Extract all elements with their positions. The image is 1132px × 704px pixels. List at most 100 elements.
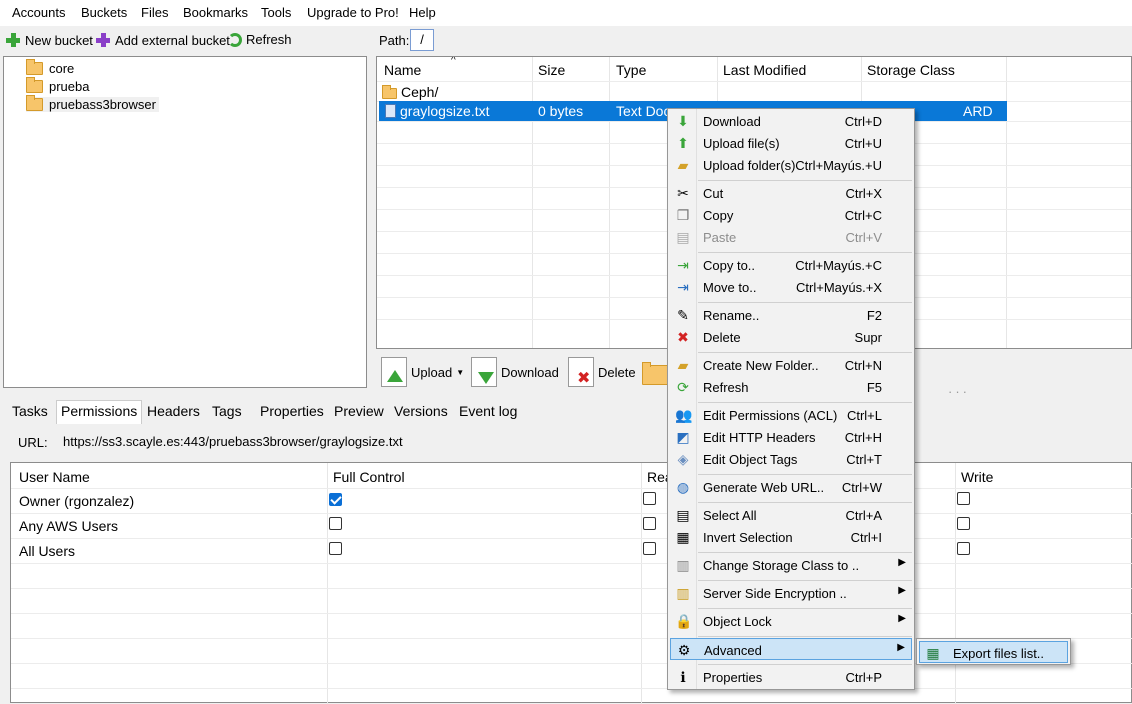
menu-item-object-lock[interactable]: 🔒 Object Lock ▶ <box>670 610 912 632</box>
aws-full-control-checkbox[interactable] <box>329 517 342 530</box>
menu-label: Change Storage Class to .. <box>703 558 860 573</box>
tab-headers[interactable]: Headers <box>147 403 200 419</box>
menu-buckets[interactable]: Buckets <box>81 5 127 20</box>
owner-write-checkbox[interactable] <box>957 492 970 505</box>
delete-button[interactable]: Delete <box>568 355 636 389</box>
url-value[interactable]: https://ss3.scayle.es:443/pruebass3brows… <box>63 434 403 449</box>
refresh-label: Refresh <box>246 32 292 47</box>
menu-item-paste[interactable]: ▤ Paste Ctrl+V <box>670 226 912 248</box>
menu-shortcut: F5 <box>866 380 882 395</box>
menu-item-server-side-encryption[interactable]: ▥ Server Side Encryption .. ▶ <box>670 582 912 604</box>
tab-tags[interactable]: Tags <box>212 403 242 419</box>
menu-files[interactable]: Files <box>141 5 168 20</box>
tree-item-core[interactable]: core <box>26 59 74 76</box>
menu-item-generate-url[interactable]: ◍ Generate Web URL.. Ctrl+W <box>670 476 912 498</box>
new-bucket-button[interactable]: New bucket <box>5 32 93 48</box>
tab-versions[interactable]: Versions <box>394 403 448 419</box>
bucket-tree: core prueba pruebass3browser <box>3 56 367 388</box>
file-name: graylogsize.txt <box>400 103 490 119</box>
permissions-table: User Name Full Control Rea Write Owner (… <box>10 462 1132 704</box>
menu-item-create-folder[interactable]: ▰ Create New Folder.. Ctrl+N <box>670 354 912 376</box>
menu-item-cut[interactable]: ✂ Cut Ctrl+X <box>670 182 912 204</box>
upload-button[interactable]: Upload ▼ <box>381 355 464 389</box>
menu-item-edit-tags[interactable]: ◈ Edit Object Tags Ctrl+T <box>670 448 912 470</box>
menu-shortcut: F2 <box>866 308 882 323</box>
tab-properties[interactable]: Properties <box>260 403 324 419</box>
aws-read-checkbox[interactable] <box>643 517 656 530</box>
menu-item-delete[interactable]: ✖ Delete Supr <box>670 326 912 348</box>
path-input[interactable]: / <box>410 29 434 51</box>
menu-label: Properties <box>703 670 763 685</box>
text-file-icon <box>385 104 396 121</box>
menu-help[interactable]: Help <box>409 5 436 20</box>
refresh-button[interactable]: Refresh <box>228 32 292 47</box>
new-folder-button[interactable] <box>642 355 668 389</box>
all-read-checkbox[interactable] <box>643 542 656 555</box>
menu-item-edit-headers[interactable]: ◩ Edit HTTP Headers Ctrl+H <box>670 426 912 448</box>
menu-item-change-storage-class[interactable]: ▥ Change Storage Class to .. ▶ <box>670 554 912 576</box>
tab-tasks[interactable]: Tasks <box>12 403 48 419</box>
menu-shortcut: Ctrl+Mayús.+C <box>795 258 882 273</box>
menu-item-properties[interactable]: ℹ Properties Ctrl+P <box>670 666 912 688</box>
column-name[interactable]: Name <box>384 62 421 78</box>
menu-label: Copy <box>703 208 734 223</box>
plus-icon <box>5 32 21 48</box>
menu-item-advanced[interactable]: ⚙ Advanced ▶ <box>670 638 912 660</box>
column-storage-class[interactable]: Storage Class <box>867 62 955 78</box>
column-size[interactable]: Size <box>538 62 565 78</box>
menu-item-refresh[interactable]: ⟳ Refresh F5 <box>670 376 912 398</box>
menu-item-export-files-list[interactable]: ▦ Export files list.. <box>919 641 1068 663</box>
menu-label: Edit HTTP Headers <box>703 430 816 445</box>
menu-accounts[interactable]: Accounts <box>12 5 65 20</box>
menu-label: Download <box>703 114 761 129</box>
menu-tools[interactable]: Tools <box>261 5 291 20</box>
perm-row-any-aws-users: Any AWS Users <box>19 518 119 534</box>
aws-write-checkbox[interactable] <box>957 517 970 530</box>
column-user-name: User Name <box>19 469 90 485</box>
menu-label: Generate Web URL.. <box>703 480 825 495</box>
menu-label: Paste <box>703 230 737 245</box>
download-icon: ⬇ <box>677 113 689 129</box>
menu-shortcut: Ctrl+I <box>850 530 882 545</box>
tab-preview[interactable]: Preview <box>334 403 384 419</box>
menu-item-move-to[interactable]: ⇥ Move to.. Ctrl+Mayús.+X <box>670 276 912 298</box>
menu-bookmarks[interactable]: Bookmarks <box>183 5 248 20</box>
tab-permissions[interactable]: Permissions <box>56 400 143 424</box>
menu-item-upload-files[interactable]: ⬆ Upload file(s) Ctrl+U <box>670 132 912 154</box>
column-last-modified[interactable]: Last Modified <box>723 62 806 78</box>
all-write-checkbox[interactable] <box>957 542 970 555</box>
path-label: Path: <box>379 33 410 48</box>
submenu-arrow-icon: ▶ <box>897 642 905 653</box>
new-bucket-label: New bucket <box>25 32 93 48</box>
menu-shortcut: Ctrl+A <box>845 508 882 523</box>
menu-upgrade[interactable]: Upgrade to Pro! <box>307 5 399 20</box>
menu-label: Move to.. <box>703 280 757 295</box>
menu-item-select-all[interactable]: ▤ Select All Ctrl+A <box>670 504 912 526</box>
menu-item-copy[interactable]: ❐ Copy Ctrl+C <box>670 204 912 226</box>
menu-shortcut: Supr <box>854 330 882 345</box>
menu-item-download[interactable]: ⬇ Download Ctrl+D <box>670 110 912 132</box>
menu-label: Refresh <box>703 380 749 395</box>
submenu-arrow-icon: ▶ <box>898 613 906 624</box>
web-url-icon: ◍ <box>676 479 690 495</box>
download-button[interactable]: Download <box>471 355 559 389</box>
dropdown-arrow-icon: ▼ <box>456 367 465 377</box>
tree-item-prueba[interactable]: prueba <box>26 77 89 94</box>
file-type: Text Doc <box>616 103 671 119</box>
owner-full-control-checkbox[interactable] <box>329 493 342 506</box>
menu-item-copy-to[interactable]: ⇥ Copy to.. Ctrl+Mayús.+C <box>670 254 912 276</box>
context-menu: ⬇ Download Ctrl+D ⬆ Upload file(s) Ctrl+… <box>667 108 915 690</box>
storage-class-icon: ▥ <box>676 557 690 573</box>
add-external-bucket-button[interactable]: Add external bucket <box>95 32 230 48</box>
owner-read-checkbox[interactable] <box>643 492 656 505</box>
menu-item-rename[interactable]: ✎ Rename.. F2 <box>670 304 912 326</box>
menu-item-edit-permissions[interactable]: 👥 Edit Permissions (ACL) Ctrl+L <box>670 404 912 426</box>
splitter-grip[interactable]: ··· <box>948 384 970 399</box>
file-row-ceph[interactable]: Ceph/ <box>382 83 438 101</box>
menu-item-upload-folders[interactable]: ▰ Upload folder(s) Ctrl+Mayús.+U <box>670 154 912 176</box>
tree-item-pruebass3browser[interactable]: pruebass3browser <box>26 95 159 112</box>
column-type[interactable]: Type <box>616 62 646 78</box>
all-full-control-checkbox[interactable] <box>329 542 342 555</box>
menu-item-invert-selection[interactable]: ▦ Invert Selection Ctrl+I <box>670 526 912 548</box>
tab-event-log[interactable]: Event log <box>459 403 517 419</box>
